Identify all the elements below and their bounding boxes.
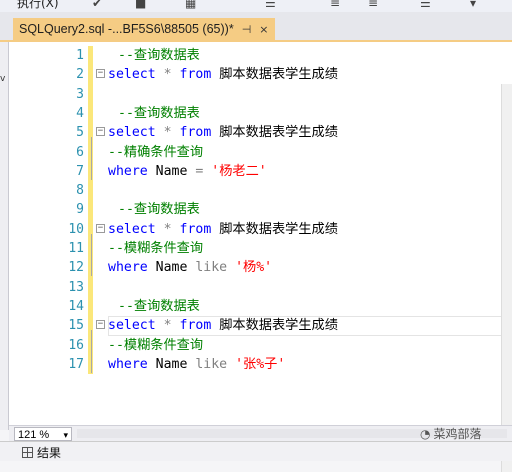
results-grid-icon — [22, 447, 33, 458]
fold-guide — [91, 233, 92, 277]
watermark-text: 菜鸡部落 — [433, 427, 482, 441]
results-label: 结果 — [37, 446, 62, 460]
outdent-icon[interactable]: ≡ — [368, 0, 378, 10]
tab-title: SQLQuery2.sql -...BF5S6\88505 (65))* — [19, 22, 234, 36]
stop-icon[interactable]: ■ — [135, 0, 146, 10]
left-panel-label: v — [0, 74, 6, 84]
sql-editor[interactable]: 1 --查询数据表 2− select * from 脚本数据表学生成绩 3 4 --查询数… — [9, 42, 512, 472]
checkmark-icon[interactable]: ✔ — [92, 0, 102, 10]
fold-guide — [91, 330, 92, 373]
zoom-select[interactable]: 121 % ▾ — [14, 427, 72, 441]
pin-icon[interactable]: ⊣ — [242, 23, 252, 36]
watermark: ◔ 菜鸡部落 — [420, 425, 482, 442]
execute-button[interactable]: 执行(X) — [17, 0, 59, 11]
fold-toggle-icon[interactable]: − — [96, 127, 105, 137]
fold-toggle-icon[interactable]: − — [96, 69, 105, 79]
line-number: 17 — [68, 356, 84, 372]
more-icon[interactable]: ▾ — [470, 0, 476, 10]
align-icon[interactable]: ☰ — [420, 0, 431, 10]
tab-sqlquery2[interactable]: SQLQuery2.sql -...BF5S6\88505 (65))* ⊣ × — [13, 18, 275, 40]
toolbar: 执行(X) ✔ ■ ▦ ☰ ≡ ≡ ☰ ▾ — [0, 0, 512, 12]
code-text: where Name like '张%子' — [108, 356, 286, 372]
fold-toggle-icon[interactable]: − — [96, 320, 105, 330]
results-panel: 结果 — [0, 441, 512, 461]
tab-results[interactable]: 结果 — [22, 444, 61, 461]
grid-icon[interactable]: ▦ — [185, 0, 196, 10]
indent-icon[interactable]: ≡ — [330, 0, 340, 10]
comment-icon[interactable]: ☰ — [265, 0, 276, 10]
chevron-down-icon: ▾ — [63, 430, 68, 440]
fold-guide — [91, 137, 92, 180]
close-icon[interactable]: × — [259, 23, 268, 36]
wechat-icon: ◔ — [420, 426, 431, 441]
fold-toggle-icon[interactable]: − — [96, 223, 105, 233]
left-panel-edge[interactable]: v — [0, 42, 9, 430]
vertical-scrollbar[interactable] — [501, 84, 512, 472]
zoom-value: 121 % — [18, 429, 50, 441]
